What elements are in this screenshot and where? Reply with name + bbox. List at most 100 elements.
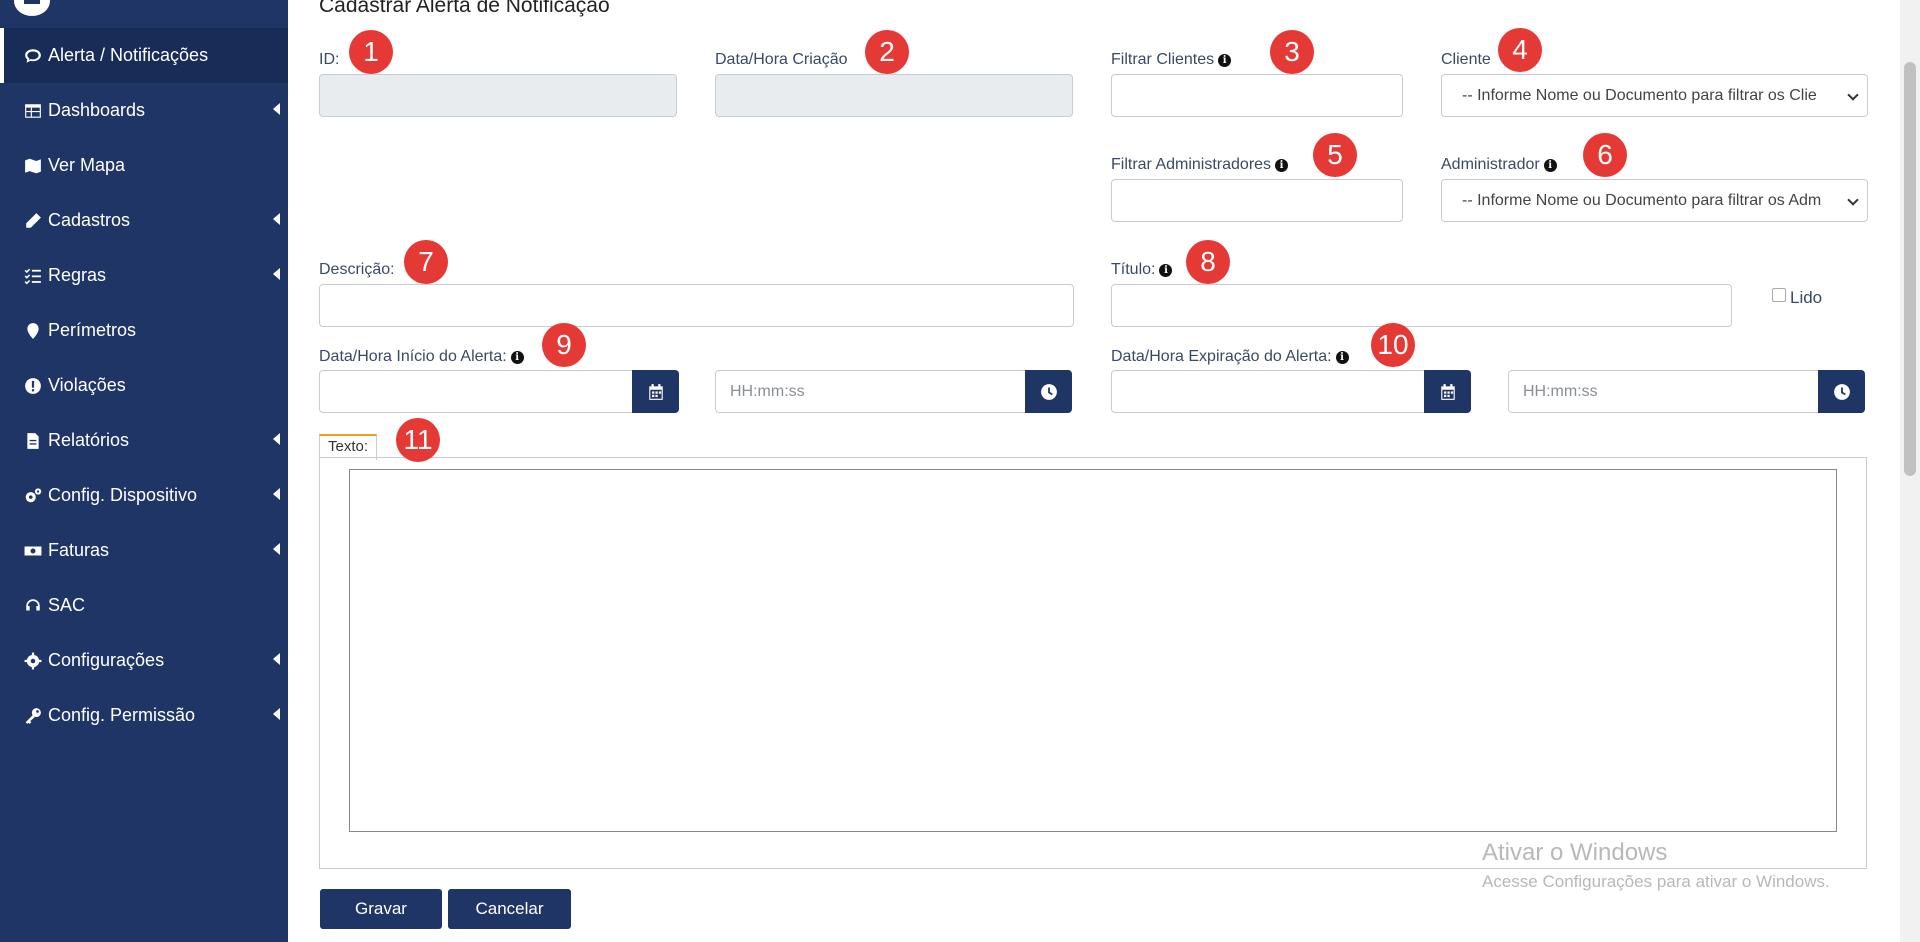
filter-clients-input[interactable]	[1111, 74, 1403, 117]
sidebar-item-cadastros[interactable]: Cadastros	[0, 193, 288, 248]
sidebar-item-label: Ver Mapa	[48, 155, 126, 175]
clock-icon	[1833, 383, 1850, 400]
calendar-button[interactable]	[632, 370, 679, 413]
table-icon	[22, 102, 44, 120]
client-label-text: Cliente	[1441, 51, 1491, 68]
client-select-value: -- Informe Nome ou Documento para filtra…	[1462, 86, 1817, 104]
id-label-text: ID:	[319, 51, 340, 68]
info-icon[interactable]	[1218, 53, 1232, 67]
file-icon	[22, 432, 44, 450]
chevron-left-icon	[273, 268, 280, 280]
sidebar-item-label: Cadastros	[48, 210, 131, 230]
scrollbar[interactable]	[1900, 0, 1920, 942]
sidebar-item-perimetros[interactable]: Perímetros	[0, 303, 288, 358]
sidebar-item-label: Relatórios	[48, 430, 130, 450]
sidebar-item-sac[interactable]: SAC	[0, 578, 288, 633]
admin-select[interactable]: -- Informe Nome ou Documento para filtra…	[1441, 179, 1868, 222]
marker-badge: 6	[1583, 133, 1627, 177]
chevron-left-icon	[273, 653, 280, 665]
marker-badge: 2	[865, 30, 909, 74]
sidebar-item-ver-mapa[interactable]: Ver Mapa	[0, 138, 288, 193]
start-time-input[interactable]	[715, 370, 1029, 413]
cancel-button[interactable]: Cancelar	[448, 889, 571, 929]
filter-clients-label-text: Filtrar Clientes	[1111, 51, 1215, 68]
clock-icon	[1040, 383, 1057, 400]
filter-admins-input[interactable]	[1111, 179, 1403, 222]
filter-clients-label: Filtrar Clientes	[1111, 51, 1232, 69]
created-label-text: Data/Hora Criação	[715, 51, 848, 68]
marker-badge: 7	[404, 240, 448, 284]
info-icon[interactable]	[1335, 350, 1349, 364]
marker-badge: 4	[1498, 28, 1542, 72]
marker-badge: 8	[1186, 240, 1230, 284]
text-editor-panel	[319, 457, 1867, 869]
calendar-icon	[1440, 383, 1455, 400]
info-icon[interactable]	[1543, 158, 1557, 172]
logo-icon	[14, 0, 50, 16]
sidebar-item-relatorios[interactable]: Relatórios	[0, 413, 288, 468]
admin-label-text: Administrador	[1441, 156, 1540, 173]
sidebar-item-label: Faturas	[48, 540, 110, 560]
main-content: Cadastrar Alerta de Notificação ID: Data…	[288, 0, 1900, 942]
sidebar-item-regras[interactable]: Regras	[0, 248, 288, 303]
sidebar-item-config-dispositivo[interactable]: Config. Dispositivo	[0, 468, 288, 523]
chevron-left-icon	[273, 103, 280, 115]
client-select[interactable]: -- Informe Nome ou Documento para filtra…	[1441, 74, 1868, 117]
sidebar-item-config-permissao[interactable]: Config. Permissão	[0, 688, 288, 743]
start-label: Data/Hora Início do Alerta:	[319, 348, 524, 366]
chevron-down-icon	[1847, 194, 1859, 206]
sidebar-item-label: Configurações	[48, 650, 165, 670]
map-icon	[22, 157, 44, 175]
expire-time-input[interactable]	[1508, 370, 1822, 413]
description-label: Descrição:	[319, 261, 395, 279]
info-icon[interactable]	[1275, 158, 1289, 172]
sidebar-item-violacoes[interactable]: Violações	[0, 358, 288, 413]
marker-badge: 10	[1371, 323, 1415, 367]
sidebar-item-label: Violações	[48, 375, 126, 395]
sidebar-item-dashboards[interactable]: Dashboards	[0, 83, 288, 138]
marker-badge: 1	[349, 30, 393, 74]
info-icon[interactable]	[510, 350, 524, 364]
chevron-left-icon	[273, 488, 280, 500]
start-label-text: Data/Hora Início do Alerta:	[319, 348, 507, 365]
money-bill-icon	[22, 542, 44, 560]
sidebar-item-faturas[interactable]: Faturas	[0, 523, 288, 578]
sidebar-item-configuracoes[interactable]: Configurações	[0, 633, 288, 688]
calendar-icon	[648, 383, 663, 400]
gear-icon	[22, 652, 44, 670]
windows-activation-title: Ativar o Windows	[1482, 839, 1668, 866]
description-input[interactable]	[319, 284, 1074, 327]
windows-activation-text: Acesse Configurações para ativar o Windo…	[1482, 872, 1830, 891]
sidebar-item-label: Perímetros	[48, 320, 137, 340]
read-checkbox[interactable]	[1772, 288, 1786, 302]
sidebar-item-label: SAC	[48, 595, 86, 615]
expire-date-input[interactable]	[1111, 370, 1431, 413]
created-datetime-field[interactable]	[715, 74, 1073, 117]
scrollbar-thumb[interactable]	[1904, 62, 1916, 476]
key-icon	[22, 707, 44, 725]
admin-label: Administrador	[1441, 156, 1557, 174]
clock-button[interactable]	[1025, 370, 1072, 413]
clock-button[interactable]	[1818, 370, 1865, 413]
id-field[interactable]	[319, 74, 677, 117]
sidebar-item-alerta-notificacoes[interactable]: Alerta / Notificações	[0, 28, 288, 83]
client-label: Cliente	[1441, 51, 1491, 69]
sidebar-item-label: Config. Permissão	[48, 705, 196, 725]
save-button[interactable]: Gravar	[320, 889, 442, 929]
cogs-icon	[22, 487, 44, 505]
chevron-left-icon	[273, 433, 280, 445]
read-checkbox-group[interactable]: Lido	[1772, 288, 1822, 308]
chevron-left-icon	[273, 708, 280, 720]
chevron-left-icon	[273, 543, 280, 555]
read-label: Lido	[1790, 288, 1823, 307]
comment-icon	[22, 47, 44, 65]
list-check-icon	[22, 267, 44, 285]
title-input[interactable]	[1111, 284, 1732, 327]
info-icon[interactable]	[1159, 263, 1173, 277]
title-label-text: Título:	[1111, 261, 1156, 278]
expire-label: Data/Hora Expiração do Alerta:	[1111, 348, 1349, 366]
start-date-input[interactable]	[319, 370, 633, 413]
text-editor[interactable]	[349, 469, 1837, 832]
sidebar: Alerta / Notificações Dashboards Ver Map…	[0, 0, 288, 942]
calendar-button[interactable]	[1424, 370, 1471, 413]
